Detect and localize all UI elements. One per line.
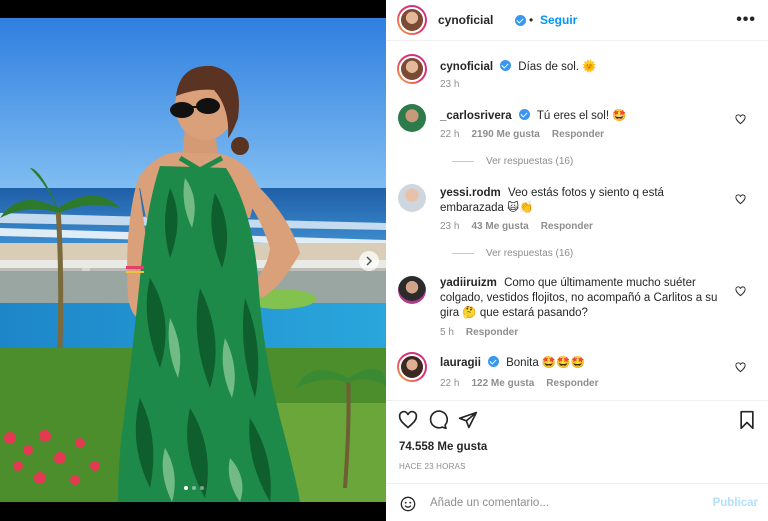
comment-like-heart-icon[interactable] [735, 194, 746, 205]
comment-username[interactable]: yessi.rodm [440, 187, 501, 199]
author-avatar[interactable] [397, 5, 427, 35]
comment-time: 22 h [440, 129, 460, 140]
post-details-panel: cynoficial • Seguir ••• cynoficial Días … [386, 0, 768, 521]
comment-item: _carlosrivera Tú eres el sol! 🤩 22 h 219… [398, 104, 756, 174]
post-header: cynoficial • Seguir ••• [386, 0, 768, 41]
next-slide-button[interactable] [359, 251, 379, 271]
post-photo[interactable] [0, 18, 386, 502]
caption-meta: 23 h [440, 79, 459, 90]
reply-button[interactable]: Responder [552, 129, 604, 140]
commenter-avatar[interactable] [398, 104, 426, 132]
post-actions: 74.558 Me gusta HACE 23 HORAS Publicar [386, 400, 768, 521]
caption-text: Días de sol. 🌞 [518, 61, 597, 73]
comment-like-heart-icon[interactable] [735, 114, 746, 125]
verified-badge-icon [487, 356, 499, 367]
comment-input[interactable] [430, 494, 690, 512]
caption-username[interactable]: cynoficial [440, 61, 493, 73]
comment-likes[interactable]: 2190 Me gusta [471, 129, 539, 140]
commenter-avatar[interactable] [398, 276, 426, 304]
comment-composer: Publicar [386, 483, 768, 521]
verified-badge-icon [518, 109, 530, 120]
author-username[interactable]: cynoficial [438, 13, 493, 27]
comment-username[interactable]: lauragii [440, 357, 481, 369]
comment-text: Tú eres el sol! 🤩 [536, 110, 627, 122]
view-replies-button[interactable]: Ver respuestas (16) [452, 156, 573, 167]
likes-count[interactable]: 74.558 Me gusta [399, 441, 487, 453]
commenter-avatar[interactable] [397, 352, 427, 382]
next-arrow-icon [366, 256, 373, 266]
comment-username[interactable]: _carlosrivera [440, 110, 512, 122]
publish-button[interactable]: Publicar [713, 497, 758, 509]
comment-text: Bonita 🤩🤩🤩 [506, 357, 585, 369]
carousel-indicator [184, 486, 204, 490]
commenter-avatar[interactable] [398, 184, 426, 212]
comment-time: 23 h [440, 221, 460, 232]
share-icon[interactable] [458, 410, 478, 430]
follow-button[interactable]: Seguir [540, 13, 577, 27]
comment-likes[interactable]: 122 Me gusta [471, 378, 534, 389]
comment-meta: 5 h Responder [440, 327, 518, 338]
view-replies-button[interactable]: Ver respuestas (16) [452, 248, 573, 259]
reply-button[interactable]: Responder [541, 221, 593, 232]
post-caption: cynoficial Días de sol. 🌞 23 h [397, 54, 756, 94]
carousel-dot [192, 486, 196, 490]
separator-dot: • [529, 13, 534, 27]
post-timestamp[interactable]: HACE 23 HORAS [399, 462, 466, 471]
reply-button[interactable]: Responder [466, 327, 518, 338]
reply-button[interactable]: Responder [546, 378, 598, 389]
comment-item: yessi.rodm Veo estás fotos y siento q es… [398, 184, 756, 264]
heart-icon[interactable] [398, 410, 418, 430]
comment-meta: 22 h 2190 Me gusta Responder [440, 129, 604, 140]
emoji-icon[interactable] [400, 496, 416, 512]
comment-like-heart-icon[interactable] [735, 362, 746, 373]
comment-time: 5 h [440, 327, 454, 338]
post-media [0, 0, 386, 521]
comment-like-heart-icon[interactable] [735, 286, 746, 297]
comment-meta: 23 h 43 Me gusta Responder [440, 221, 593, 232]
view-replies-label: Ver respuestas (16) [486, 248, 574, 259]
carousel-dot [184, 486, 188, 490]
verified-badge-icon [515, 15, 526, 26]
view-replies-label: Ver respuestas (16) [486, 156, 574, 167]
bookmark-icon[interactable] [737, 410, 757, 430]
caption-avatar[interactable] [397, 54, 427, 84]
carousel-dot [200, 486, 204, 490]
comment-icon[interactable] [428, 410, 448, 430]
comment-likes[interactable]: 43 Me gusta [471, 221, 528, 232]
comment-username[interactable]: yadiiruizm [440, 277, 497, 289]
comment-meta: 22 h 122 Me gusta Responder [440, 378, 599, 389]
caption-time: 23 h [440, 79, 460, 90]
verified-badge-icon [500, 60, 512, 71]
comment-item: yadiiruizm Como que últimamente mucho su… [398, 276, 756, 342]
more-options-icon[interactable]: ••• [736, 12, 756, 28]
comment-item: lauragii Bonita 🤩🤩🤩 22 h 122 Me gusta Re… [397, 352, 756, 392]
comment-time: 22 h [440, 378, 460, 389]
